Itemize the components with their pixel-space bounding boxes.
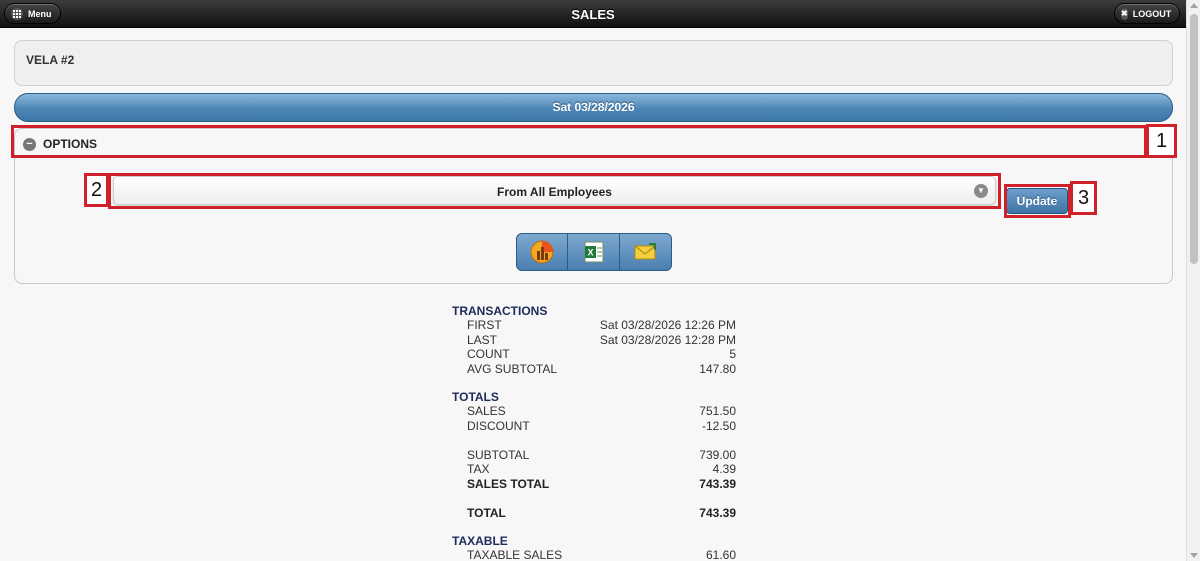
svg-text:X: X — [587, 248, 593, 258]
sales-report: TRANSACTIONS FIRST Sat 03/28/2026 12:26 … — [452, 304, 742, 561]
row-value: 4.39 — [712, 462, 736, 476]
row-value: -12.50 — [701, 418, 736, 433]
row-value: 61.60 — [705, 548, 736, 561]
row-value: 743.39 — [699, 476, 736, 491]
annotation-label-2: 2 — [84, 173, 109, 207]
store-panel: VELA #2 — [14, 40, 1173, 86]
logout-label: LOGOUT — [1132, 8, 1172, 19]
excel-icon: X — [584, 241, 604, 263]
section-heading-taxable: TAXABLE — [452, 534, 508, 548]
report-row-tax: TAX 4.39 — [452, 462, 742, 477]
email-icon — [634, 243, 657, 260]
scroll-down-arrow[interactable] — [1190, 553, 1198, 558]
row-label: SUBTOTAL — [467, 447, 530, 462]
chart-report-button[interactable] — [517, 234, 569, 270]
scrollbar-thumb[interactable] — [1190, 14, 1198, 264]
row-value: 5 — [729, 347, 736, 361]
scrollbar[interactable] — [1186, 0, 1200, 561]
annotation-label-3: 3 — [1070, 181, 1097, 215]
report-row-discount: DISCOUNT -12.50 — [452, 419, 742, 434]
annotation-box-options — [11, 125, 1147, 158]
report-row-sales-total: SALES TOTAL 743.39 — [452, 477, 742, 492]
report-row-sales: SALES 751.50 — [452, 404, 742, 419]
row-value: 743.39 — [699, 505, 736, 520]
row-label: SALES — [467, 404, 506, 418]
logout-button[interactable]: ✖ LOGOUT — [1114, 3, 1180, 24]
section-heading-transactions: TRANSACTIONS — [452, 304, 548, 318]
annotation-label-1: 1 — [1146, 124, 1177, 158]
row-label: FIRST — [467, 318, 502, 332]
store-name: VELA #2 — [26, 53, 75, 67]
report-row-last: LAST Sat 03/28/2026 12:28 PM — [452, 333, 742, 348]
row-label: TAXABLE SALES — [467, 548, 563, 561]
report-row-count: COUNT 5 — [452, 347, 742, 362]
annotation-box-employee-select — [108, 173, 1001, 209]
row-value: 739.00 — [699, 447, 736, 462]
scroll-up-arrow[interactable] — [1190, 3, 1198, 8]
excel-export-button[interactable]: X — [568, 234, 620, 270]
report-row-subtotal: SUBTOTAL 739.00 — [452, 448, 742, 463]
chart-icon — [530, 240, 554, 264]
close-icon: ✖ — [1121, 7, 1128, 20]
row-label: DISCOUNT — [467, 418, 530, 433]
email-report-button[interactable] — [620, 234, 671, 270]
row-label: TOTAL — [467, 505, 506, 520]
row-label: TAX — [467, 462, 490, 476]
report-row-avg-subtotal: AVG SUBTOTAL 147.80 — [452, 362, 742, 377]
header-bar: Menu SALES ✖ LOGOUT — [0, 0, 1186, 28]
report-row-first: FIRST Sat 03/28/2026 12:26 PM — [452, 318, 742, 333]
report-row-taxable-sales: TAXABLE SALES 61.60 — [452, 548, 742, 561]
export-button-group: X — [516, 233, 672, 271]
row-value: Sat 03/28/2026 12:26 PM — [599, 318, 736, 332]
section-heading-totals: TOTALS — [452, 390, 499, 404]
row-label: COUNT — [467, 347, 510, 361]
row-value: 751.50 — [699, 404, 736, 418]
row-label: SALES TOTAL — [467, 476, 550, 491]
row-label: LAST — [467, 332, 498, 347]
row-value: 147.80 — [699, 361, 736, 376]
row-label: AVG SUBTOTAL — [467, 361, 558, 376]
page-title: SALES — [571, 7, 615, 22]
row-value: Sat 03/28/2026 12:28 PM — [599, 332, 736, 347]
date-selector-button[interactable]: Sat 03/28/2026 — [14, 93, 1173, 122]
report-row-total: TOTAL 743.39 — [452, 506, 742, 521]
annotation-box-update — [1004, 184, 1071, 218]
